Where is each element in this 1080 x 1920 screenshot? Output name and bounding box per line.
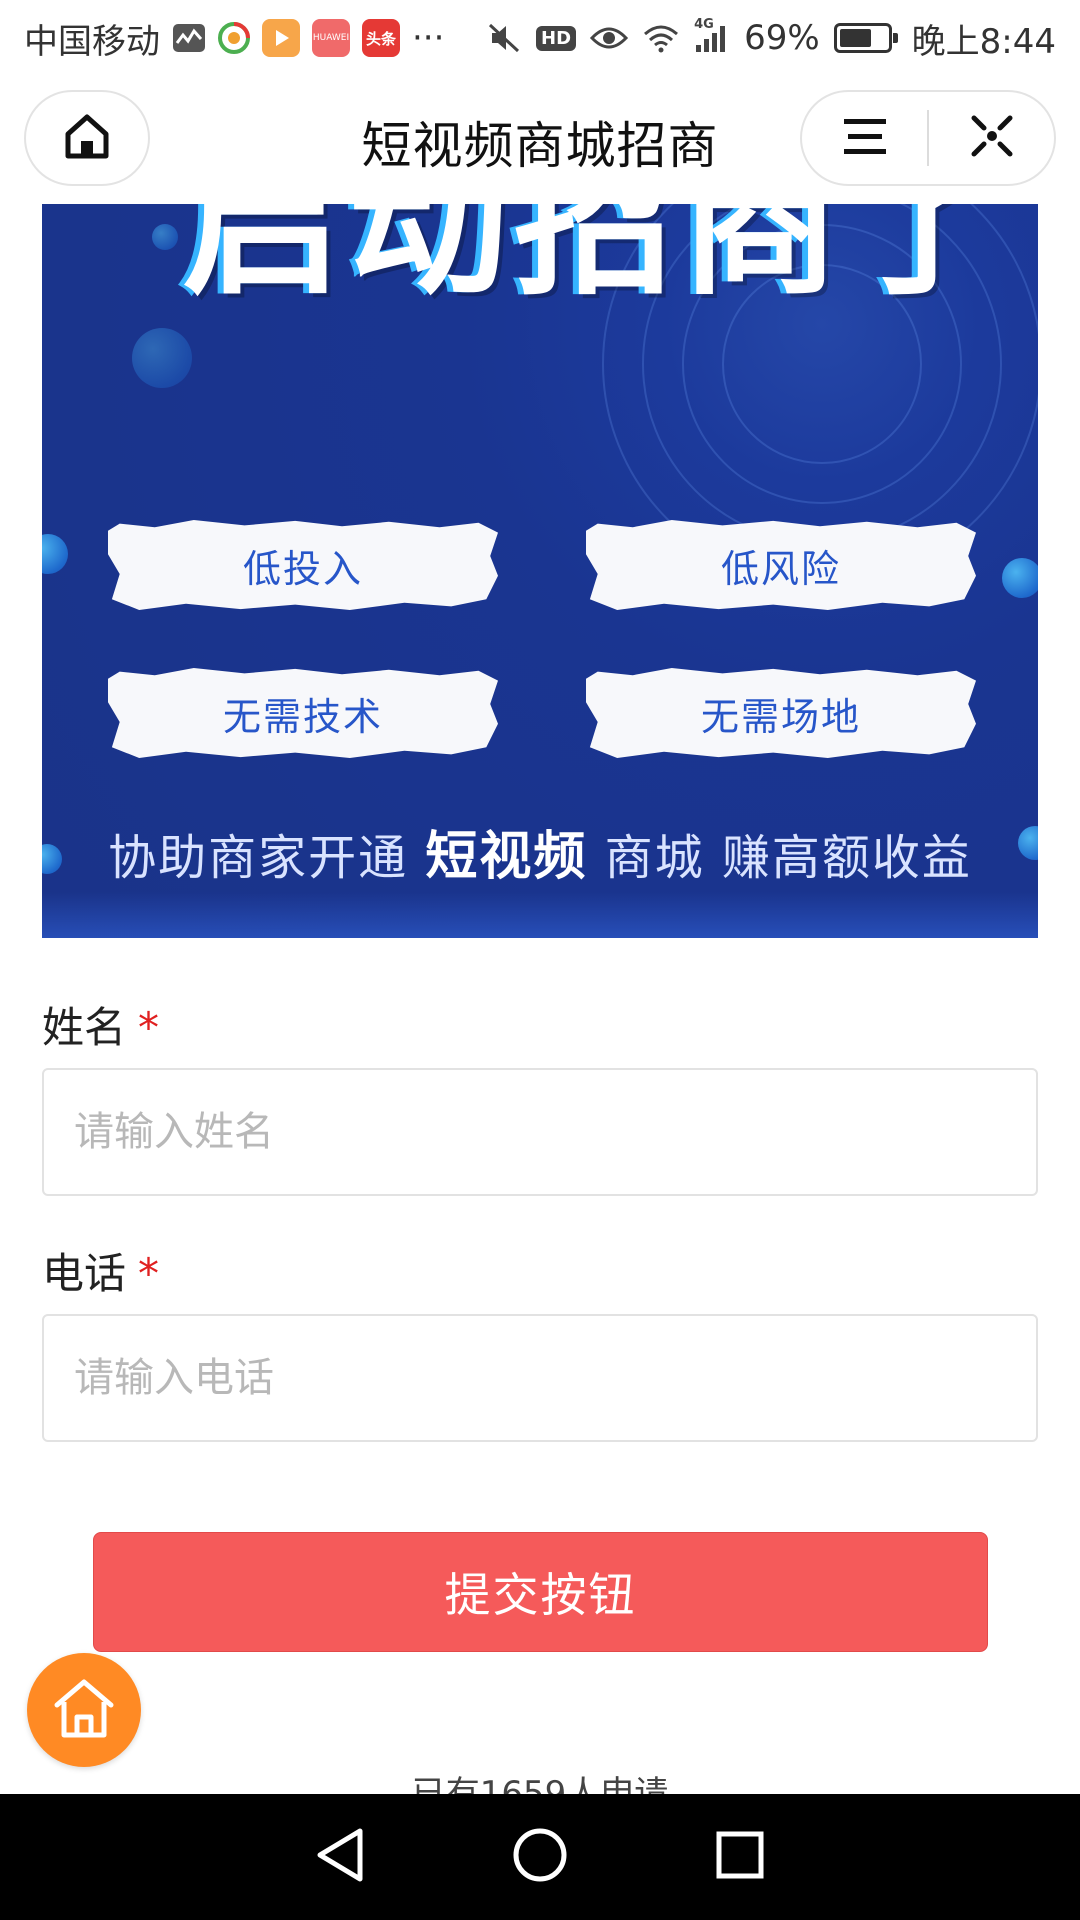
carrier-name: 中国移动: [24, 21, 160, 62]
toutiao-label: 头条: [365, 29, 396, 48]
banner-headline: 启动招商了: [182, 204, 1013, 317]
home-icon: [62, 112, 112, 164]
nav-recents-button[interactable]: [700, 1817, 780, 1897]
home-button[interactable]: [24, 90, 150, 186]
apply-count-text: 已有1659人申请: [411, 1774, 669, 1794]
phone-input[interactable]: [42, 1314, 1038, 1442]
mute-icon: [486, 21, 522, 55]
name-input[interactable]: [42, 1068, 1038, 1196]
close-icon: [969, 113, 1015, 163]
banner-bottom-glow: [42, 892, 1038, 938]
phone-label-text: 电话: [42, 1249, 127, 1298]
battery-percent: 69%: [744, 18, 820, 58]
more-menu-button[interactable]: [802, 92, 927, 184]
slogan-highlight: 短视频: [425, 827, 588, 887]
battery-fill: [839, 29, 872, 47]
nav-home-button[interactable]: [500, 1817, 580, 1897]
activity-icon: [172, 23, 206, 53]
capsule-menu: [800, 90, 1056, 186]
promo-banner: 启动招商了 低投入 低风险 无需技术 无需场地 协助商家开通 短视频 商城 赚高…: [42, 204, 1038, 938]
decor-bubble: [132, 328, 192, 388]
hamburger-icon: [842, 116, 888, 160]
huawei-store-label: HUAWEI: [312, 33, 350, 43]
floating-home-button[interactable]: [27, 1653, 141, 1767]
status-right: HD 4G 69% 晚上8:44: [486, 14, 1056, 63]
battery-icon: [833, 23, 898, 53]
home-circle-icon: [512, 1827, 568, 1887]
video-app-icon: [262, 19, 300, 57]
banner-slogan: 协助商家开通 短视频 商城 赚高额收益: [42, 814, 1038, 889]
hd-label: HD: [541, 27, 572, 49]
system-nav-bar: [0, 1794, 1080, 1920]
tag-low-investment: 低投入: [108, 520, 498, 610]
tag-no-venue: 无需场地: [586, 668, 976, 758]
required-mark: *: [138, 1003, 160, 1052]
recents-square-icon: [714, 1829, 766, 1885]
home-icon: [49, 1675, 119, 1745]
network-type: 4G: [694, 17, 714, 32]
slogan-prefix: 协助商家开通: [108, 830, 409, 886]
phone-label: 电话 *: [42, 1240, 159, 1301]
browser-icon: [218, 22, 250, 54]
title-bar: 短视频商城招商: [0, 88, 1080, 188]
back-triangle-icon: [312, 1825, 368, 1889]
toutiao-icon: 头条: [362, 19, 400, 57]
signal-icon: 4G: [694, 17, 730, 53]
submit-button[interactable]: 提交按钮: [93, 1532, 988, 1652]
status-left: 中国移动 HUAWEI 头条 ···: [24, 14, 444, 63]
more-notifications: ···: [412, 18, 445, 58]
wifi-icon: [642, 23, 680, 53]
decor-bubble: [42, 534, 68, 574]
status-bar: 中国移动 HUAWEI 头条 ··· HD 4G 69% 晚上8:44: [0, 0, 1080, 76]
tag-no-tech: 无需技术: [108, 668, 498, 758]
decor-bubble: [1002, 558, 1038, 598]
tag-low-risk: 低风险: [586, 520, 976, 610]
clock: 晚上8:44: [911, 21, 1056, 62]
name-label-text: 姓名: [42, 1003, 127, 1052]
page-title: 短视频商城招商: [361, 117, 719, 175]
close-button[interactable]: [929, 92, 1054, 184]
huawei-store-icon: HUAWEI: [312, 19, 350, 57]
hd-icon: HD: [536, 25, 577, 51]
required-mark: *: [138, 1249, 160, 1298]
eye-icon: [590, 24, 629, 52]
slogan-suffix: 商城 赚高额收益: [604, 830, 972, 886]
nav-back-button[interactable]: [300, 1817, 380, 1897]
decor-bubble: [152, 224, 178, 250]
name-label: 姓名 *: [42, 994, 159, 1055]
